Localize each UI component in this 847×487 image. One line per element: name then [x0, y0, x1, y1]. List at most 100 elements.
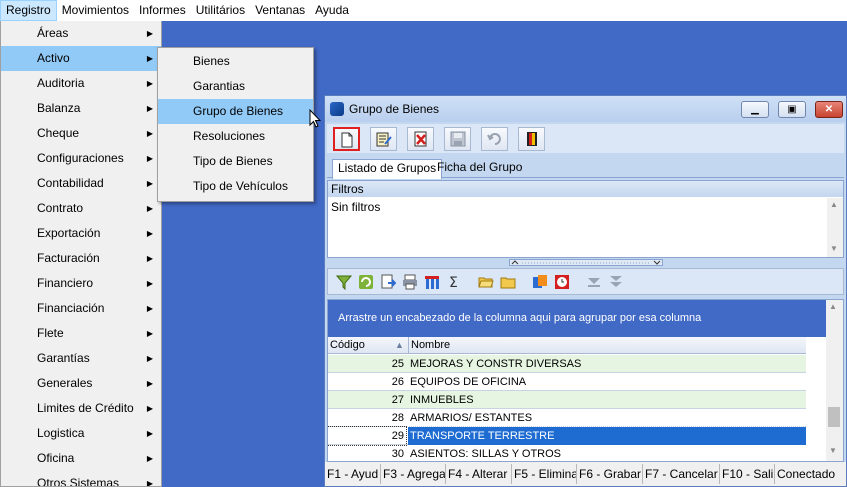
- sum-icon[interactable]: Σ: [446, 274, 462, 290]
- table-row[interactable]: 28 ARMARIOS/ ESTANTES: [328, 409, 806, 427]
- group-by-area[interactable]: Arrastre un encabezado de la columna aqu…: [328, 300, 826, 337]
- menu-item-oficina[interactable]: Oficina ▶: [1, 446, 161, 471]
- refresh-icon[interactable]: [358, 274, 374, 290]
- expand-icon[interactable]: [608, 274, 624, 290]
- status-f5-eliminar[interactable]: F5 - Elimina: [512, 464, 577, 484]
- menu-item-financiacion[interactable]: Financiación ▶: [1, 296, 161, 321]
- scroll-up-icon[interactable]: ▲: [830, 200, 838, 209]
- close-button[interactable]: ✕: [815, 101, 843, 118]
- menu-item-balanza[interactable]: Balanza ▶: [1, 96, 161, 121]
- export-icon[interactable]: [380, 274, 396, 290]
- submenu-arrow-icon: ▶: [146, 404, 153, 413]
- cell-codigo: 26: [391, 376, 404, 388]
- folder-icon[interactable]: [500, 274, 516, 290]
- window-titlebar[interactable]: Grupo de Bienes ▁ ▣ ✕: [325, 96, 846, 122]
- menu-item-flete[interactable]: Flete ▶: [1, 321, 161, 346]
- menu-item-label: Financiero: [37, 276, 94, 290]
- edit-record-button[interactable]: [370, 127, 397, 151]
- scroll-down-icon[interactable]: ▼: [829, 446, 837, 455]
- status-f7-cancelar[interactable]: F7 - Cancelar: [643, 464, 720, 484]
- menu-item-exportacion[interactable]: Exportación ▶: [1, 221, 161, 246]
- submenu-item-tipo-de-bienes[interactable]: Tipo de Bienes: [158, 149, 313, 174]
- menu-item-auditoria[interactable]: Auditoria ▶: [1, 71, 161, 96]
- submenu-arrow-icon: ▶: [146, 79, 153, 88]
- status-connection: Conectado: [777, 467, 836, 481]
- tab-listado-de-grupos[interactable]: Listado de Grupos: [332, 159, 443, 179]
- minimize-button[interactable]: ▁: [741, 101, 769, 118]
- window-title: Grupo de Bienes: [349, 102, 440, 116]
- status-f10-salir[interactable]: F10 - Salir: [720, 464, 775, 484]
- menu-item-limites-credito[interactable]: Limites de Crédito ▶: [1, 396, 161, 421]
- table-row[interactable]: 30 ASIENTOS: SILLAS Y OTROS: [328, 445, 806, 461]
- submenu-item-tipo-de-vehiculos[interactable]: Tipo de Vehículos: [158, 174, 313, 199]
- print-icon[interactable]: [402, 274, 418, 290]
- table-row[interactable]: 26 EQUIPOS DE OFICINA: [328, 373, 806, 391]
- submenu-arrow-icon: ▶: [146, 104, 153, 113]
- menu-item-contrato[interactable]: Contrato ▶: [1, 196, 161, 221]
- status-f1-ayuda[interactable]: F1 - Ayud: [325, 464, 381, 484]
- menu-item-generales[interactable]: Generales ▶: [1, 371, 161, 396]
- collapse-icon[interactable]: [586, 274, 602, 290]
- grid-scrollbar[interactable]: ▲ ▼: [826, 300, 843, 461]
- menu-registro[interactable]: Registro: [0, 0, 57, 21]
- delete-record-button[interactable]: [407, 127, 434, 151]
- submenu-arrow-icon: ▶: [146, 129, 153, 138]
- submenu-item-garantias[interactable]: Garantias: [158, 74, 313, 99]
- status-f6-grabar[interactable]: F6 - Grabar: [577, 464, 643, 484]
- menu-item-configuraciones[interactable]: Configuraciones ▶: [1, 146, 161, 171]
- tab-ficha-del-grupo[interactable]: Ficha del Grupo: [432, 159, 527, 178]
- menu-item-logistica[interactable]: Logistica ▶: [1, 421, 161, 446]
- menu-item-areas[interactable]: Áreas ▶: [1, 21, 161, 46]
- cell-nombre: ARMARIOS/ ESTANTES: [410, 412, 533, 424]
- filters-scrollbar[interactable]: ▲ ▼: [827, 198, 843, 257]
- submenu-item-resoluciones[interactable]: Resoluciones: [158, 124, 313, 149]
- scroll-thumb[interactable]: [828, 407, 840, 427]
- menu-utilitarios[interactable]: Utilitários: [191, 0, 250, 21]
- submenu-item-bienes[interactable]: Bienes: [158, 49, 313, 74]
- new-document-icon: [341, 132, 353, 148]
- menu-ayuda[interactable]: Ayuda: [310, 0, 354, 21]
- menu-item-financiero[interactable]: Financiero ▶: [1, 271, 161, 296]
- menu-item-label: Auditoria: [37, 76, 85, 90]
- clock-icon[interactable]: [554, 274, 570, 290]
- open-folder-icon[interactable]: [478, 274, 494, 290]
- exit-button[interactable]: [518, 127, 545, 151]
- submenu-arrow-icon: ▶: [146, 54, 153, 63]
- menu-item-otros-sistemas[interactable]: Otros Sistemas ▶: [1, 471, 161, 487]
- filter-icon[interactable]: [336, 274, 352, 290]
- scroll-down-icon[interactable]: ▼: [830, 244, 838, 253]
- restore-button[interactable]: ▣: [778, 101, 806, 118]
- submenu-arrow-icon: ▶: [146, 479, 153, 487]
- table-row-selected[interactable]: 29 TRANSPORTE TERRESTRE: [328, 426, 807, 446]
- columns-icon[interactable]: [424, 274, 440, 290]
- menu-informes[interactable]: Informes: [134, 0, 191, 21]
- submenu-arrow-icon: ▶: [146, 354, 153, 363]
- menu-item-facturacion[interactable]: Facturación ▶: [1, 246, 161, 271]
- menu-item-label: Facturación: [37, 251, 100, 265]
- status-f3-agregar[interactable]: F3 - Agrega: [381, 464, 446, 484]
- new-record-button[interactable]: [333, 127, 360, 151]
- menu-item-garantias[interactable]: Garantías ▶: [1, 346, 161, 371]
- column-nombre[interactable]: Nombre: [408, 337, 806, 354]
- menu-movimientos[interactable]: Movimientos: [57, 0, 134, 21]
- menu-item-cheque[interactable]: Cheque ▶: [1, 121, 161, 146]
- menu-item-contabilidad[interactable]: Contabilidad ▶: [1, 171, 161, 196]
- table-row[interactable]: 25 MEJORAS Y CONSTR DIVERSAS: [328, 355, 806, 373]
- splitter-grip[interactable]: [509, 259, 663, 266]
- panel-splitter[interactable]: [327, 259, 844, 267]
- edit-document-icon: [376, 132, 392, 147]
- table-row[interactable]: 27 INMUEBLES: [328, 391, 806, 409]
- menu-bar: Registro Movimientos Informes Utilitário…: [0, 0, 847, 21]
- copy-icon[interactable]: [532, 274, 548, 290]
- menu-ventanas[interactable]: Ventanas: [250, 0, 310, 21]
- filters-panel: Filtros Sin filtros ▲ ▼: [327, 180, 844, 258]
- menu-item-activo[interactable]: Activo ▶: [1, 46, 161, 71]
- submenu-arrow-icon: ▶: [146, 29, 153, 38]
- grid-column-header: Código ▲ Nombre: [328, 337, 806, 354]
- save-record-button[interactable]: [444, 127, 471, 151]
- scroll-up-icon[interactable]: ▲: [829, 302, 837, 311]
- activo-submenu: Bienes Garantias Grupo de Bienes Resoluc…: [157, 47, 314, 202]
- status-f4-alterar[interactable]: F4 - Alterar: [446, 464, 512, 484]
- cancel-edit-button[interactable]: [481, 127, 508, 151]
- submenu-item-grupo-de-bienes[interactable]: Grupo de Bienes: [158, 99, 313, 124]
